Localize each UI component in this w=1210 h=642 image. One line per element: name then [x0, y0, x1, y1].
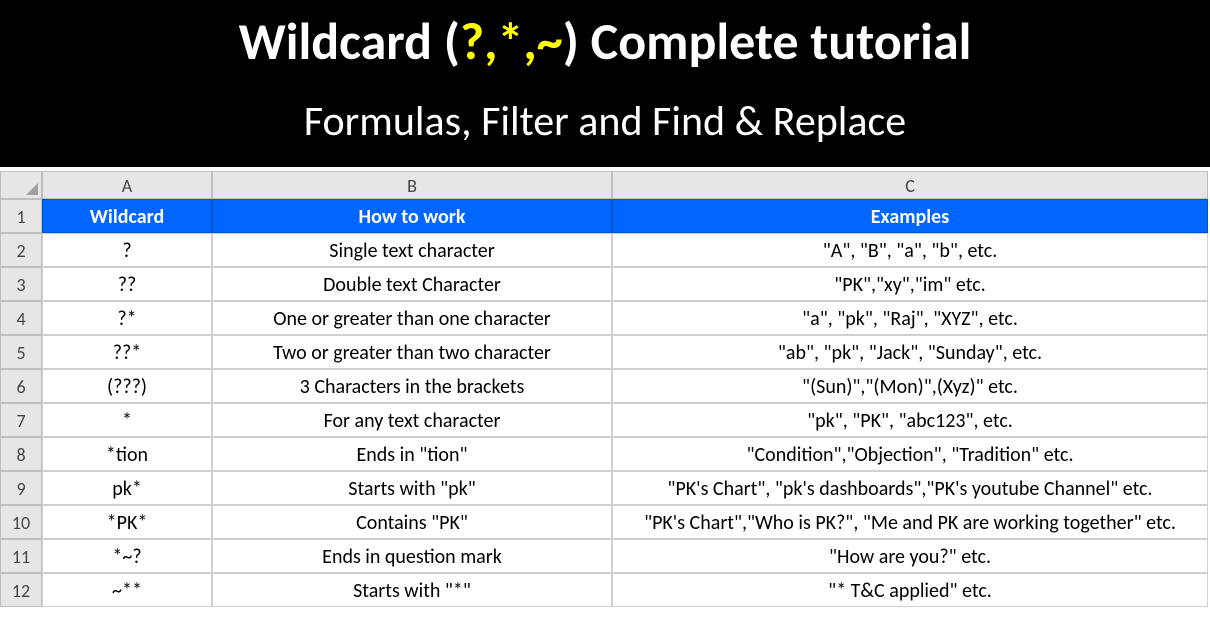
cell-example[interactable]: "PK's Chart", "pk's dashboards","PK's yo…	[612, 471, 1208, 505]
table-header-howto[interactable]: How to work	[212, 199, 612, 233]
row-header[interactable]: 8	[0, 437, 42, 471]
row-header[interactable]: 11	[0, 539, 42, 573]
cell-howto[interactable]: 3 Characters in the brackets	[212, 369, 612, 403]
cell-example[interactable]: "* T&C applied" etc.	[612, 573, 1208, 607]
title-prefix: Wildcard (	[239, 9, 460, 73]
cell-example[interactable]: "ab", "pk", "Jack", "Sunday", etc.	[612, 335, 1208, 369]
cell-howto[interactable]: Single text character	[212, 233, 612, 267]
cell-wildcard[interactable]: ?*	[42, 301, 212, 335]
banner-title: Wildcard (?,*,~) Complete tutorial	[0, 10, 1210, 72]
cell-example[interactable]: "A", "B", "a", "b", etc.	[612, 233, 1208, 267]
cell-example[interactable]: "Condition","Objection", "Tradition" etc…	[612, 437, 1208, 471]
cell-howto[interactable]: One or greater than one character	[212, 301, 612, 335]
title-banner: Wildcard (?,*,~) Complete tutorial Formu…	[0, 0, 1210, 167]
row-header[interactable]: 3	[0, 267, 42, 301]
cell-example[interactable]: "(Sun)","(Mon)",(Xyz)" etc.	[612, 369, 1208, 403]
cell-wildcard[interactable]: ??	[42, 267, 212, 301]
cell-howto[interactable]: Ends in question mark	[212, 539, 612, 573]
row-header[interactable]: 6	[0, 369, 42, 403]
row-header[interactable]: 2	[0, 233, 42, 267]
column-header-c[interactable]: C	[612, 171, 1208, 199]
cell-howto[interactable]: Starts with "*"	[212, 573, 612, 607]
cell-wildcard[interactable]: (???)	[42, 369, 212, 403]
table-header-wildcard[interactable]: Wildcard	[42, 199, 212, 233]
row-header[interactable]: 1	[0, 199, 42, 233]
banner-subtitle: Formulas, Filter and Find & Replace	[0, 96, 1210, 147]
cell-howto[interactable]: Double text Character	[212, 267, 612, 301]
cell-howto[interactable]: Ends in "tion"	[212, 437, 612, 471]
cell-example[interactable]: "How are you?" etc.	[612, 539, 1208, 573]
column-header-a[interactable]: A	[42, 171, 212, 199]
table-header-examples[interactable]: Examples	[612, 199, 1208, 233]
cell-wildcard[interactable]: ??*	[42, 335, 212, 369]
cell-wildcard[interactable]: pk*	[42, 471, 212, 505]
row-header[interactable]: 10	[0, 505, 42, 539]
cell-wildcard[interactable]: *	[42, 403, 212, 437]
row-header[interactable]: 9	[0, 471, 42, 505]
spreadsheet: A B C 1 Wildcard How to work Examples 2 …	[0, 171, 1210, 607]
row-header[interactable]: 4	[0, 301, 42, 335]
title-highlight: ?,*,~	[460, 9, 563, 73]
cell-wildcard[interactable]: *tion	[42, 437, 212, 471]
cell-example[interactable]: "pk", "PK", "abc123", etc.	[612, 403, 1208, 437]
row-header[interactable]: 7	[0, 403, 42, 437]
cell-howto[interactable]: Two or greater than two character	[212, 335, 612, 369]
title-suffix: ) Complete tutorial	[563, 9, 972, 73]
cell-howto[interactable]: Starts with "pk"	[212, 471, 612, 505]
row-header[interactable]: 12	[0, 573, 42, 607]
select-all-corner[interactable]	[0, 171, 42, 199]
row-header[interactable]: 5	[0, 335, 42, 369]
cell-example[interactable]: "PK","xy","im" etc.	[612, 267, 1208, 301]
cell-wildcard[interactable]: ~**	[42, 573, 212, 607]
cell-howto[interactable]: Contains "PK"	[212, 505, 612, 539]
cell-wildcard[interactable]: ?	[42, 233, 212, 267]
cell-wildcard[interactable]: *PK*	[42, 505, 212, 539]
cell-howto[interactable]: For any text character	[212, 403, 612, 437]
cell-example[interactable]: "PK's Chart","Who is PK?", "Me and PK ar…	[612, 505, 1208, 539]
cell-example[interactable]: "a", "pk", "Raj", "XYZ", etc.	[612, 301, 1208, 335]
cell-wildcard[interactable]: *~?	[42, 539, 212, 573]
column-header-b[interactable]: B	[212, 171, 612, 199]
